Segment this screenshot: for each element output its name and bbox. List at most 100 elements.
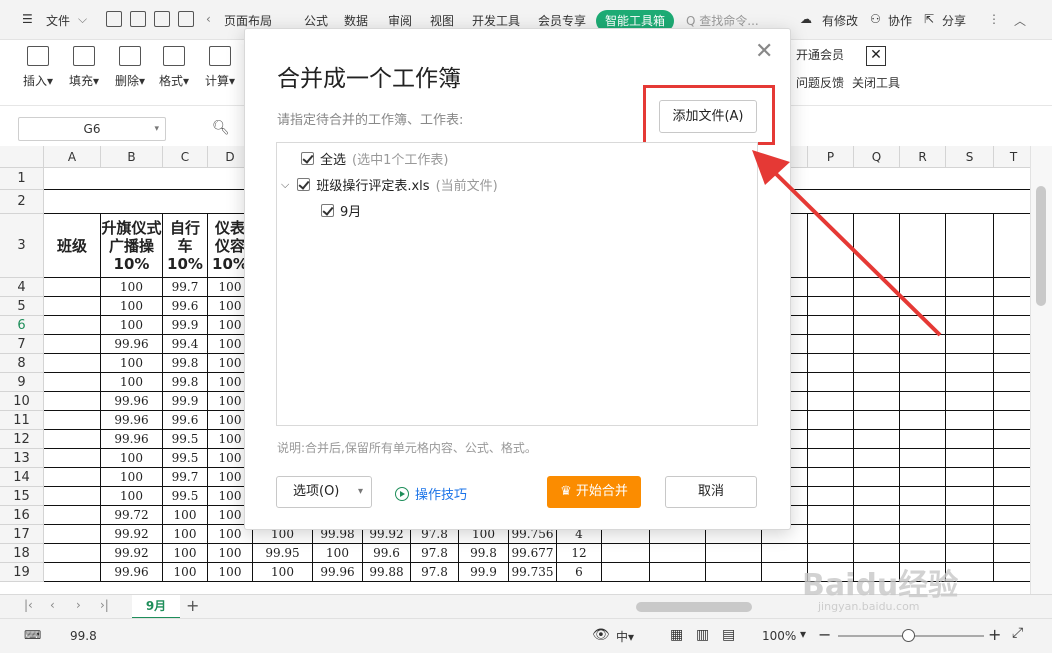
row-header-9[interactable]: 9	[0, 373, 44, 392]
cell[interactable]	[808, 392, 854, 411]
cell[interactable]	[946, 392, 994, 411]
row-header-10[interactable]: 10	[0, 392, 44, 411]
cell[interactable]	[44, 449, 101, 468]
cell[interactable]: 99.8	[163, 373, 208, 392]
collaborate-button[interactable]: 协作	[888, 12, 912, 29]
close-tool-icon[interactable]: ✕	[866, 46, 886, 66]
zoom-in-icon[interactable]: +	[988, 625, 1001, 644]
cell[interactable]	[900, 392, 946, 411]
tab-view[interactable]: 视图	[430, 12, 454, 29]
cell[interactable]: 99.6	[163, 297, 208, 316]
cell[interactable]	[994, 335, 1030, 354]
cell[interactable]	[994, 411, 1030, 430]
cell[interactable]	[808, 525, 854, 544]
cell[interactable]	[706, 563, 762, 582]
cell[interactable]	[44, 563, 101, 582]
column-header-c[interactable]: C	[163, 146, 208, 168]
cell[interactable]	[900, 468, 946, 487]
cell[interactable]	[650, 544, 706, 563]
cell[interactable]: 99.92	[101, 544, 163, 563]
row-header-7[interactable]: 7	[0, 335, 44, 354]
cell[interactable]: 100	[163, 563, 208, 582]
zoom-search-icon[interactable]: 🔍︎	[212, 120, 230, 136]
collapse-ribbon-icon[interactable]: ︿	[1014, 12, 1026, 29]
row-header-5[interactable]: 5	[0, 297, 44, 316]
cell[interactable]	[854, 278, 900, 297]
normal-view-icon[interactable]: ▦	[670, 627, 683, 643]
sheet-checkbox[interactable]	[321, 204, 334, 217]
cell[interactable]: 100	[163, 506, 208, 525]
print-icon[interactable]	[154, 11, 170, 27]
cell[interactable]	[946, 525, 994, 544]
cell[interactable]	[44, 373, 101, 392]
cell[interactable]	[994, 278, 1030, 297]
cell[interactable]: 100	[101, 316, 163, 335]
export-icon[interactable]	[130, 11, 146, 27]
cell[interactable]	[900, 278, 946, 297]
row-header-4[interactable]: 4	[0, 278, 44, 297]
cell[interactable]: 99.9	[163, 316, 208, 335]
chevron-down-icon[interactable]: ⌵	[78, 12, 87, 27]
cell[interactable]: 99.5	[163, 449, 208, 468]
close-icon[interactable]: ✕	[755, 39, 773, 64]
cell[interactable]	[808, 278, 854, 297]
cell[interactable]: 100	[101, 449, 163, 468]
more-icon[interactable]: ⋮	[988, 12, 1000, 26]
row-header-14[interactable]: 14	[0, 468, 44, 487]
cell[interactable]	[994, 373, 1030, 392]
cell[interactable]	[900, 430, 946, 449]
scroll-left-icon[interactable]: ‹	[206, 12, 211, 26]
cell[interactable]: 99.677	[509, 544, 557, 563]
zoom-level[interactable]: 100%	[762, 629, 796, 643]
cell[interactable]	[946, 278, 994, 297]
cell[interactable]	[946, 449, 994, 468]
cell[interactable]	[900, 354, 946, 373]
cell[interactable]: 99.735	[509, 563, 557, 582]
cell[interactable]	[900, 449, 946, 468]
cell[interactable]: 99.7	[163, 278, 208, 297]
cell[interactable]	[900, 335, 946, 354]
macro-icon[interactable]: ⌨	[24, 628, 41, 642]
cell[interactable]: 100	[163, 525, 208, 544]
cell[interactable]	[854, 449, 900, 468]
cell[interactable]: 99.8	[459, 544, 509, 563]
cell[interactable]: 99.7	[163, 468, 208, 487]
cell[interactable]	[808, 487, 854, 506]
cell[interactable]	[946, 430, 994, 449]
row-header-1[interactable]: 1	[0, 168, 44, 190]
prev-sheet-icon[interactable]: ‹	[50, 598, 55, 612]
cell[interactable]: 99.5	[163, 430, 208, 449]
cell[interactable]	[946, 468, 994, 487]
tips-link[interactable]: 操作技巧	[395, 484, 467, 503]
cell[interactable]	[994, 487, 1030, 506]
row-header-11[interactable]: 11	[0, 411, 44, 430]
zoom-dropdown-icon[interactable]: ▾	[800, 627, 806, 641]
row-header-3[interactable]: 3	[0, 214, 44, 278]
select-all-corner[interactable]	[0, 146, 44, 168]
cell[interactable]: 99.96	[101, 430, 163, 449]
cell[interactable]	[650, 563, 706, 582]
cancel-button[interactable]: 取消	[665, 476, 757, 508]
start-merge-button[interactable]: ♛ 开始合并	[547, 476, 641, 508]
cell[interactable]	[994, 316, 1030, 335]
calculate-button[interactable]: 计算▾	[198, 46, 242, 89]
cell[interactable]	[900, 316, 946, 335]
cell[interactable]: 99.96	[313, 563, 363, 582]
cell[interactable]	[946, 335, 994, 354]
cell[interactable]	[854, 525, 900, 544]
row-header-19[interactable]: 19	[0, 563, 44, 582]
cell[interactable]: 100	[208, 544, 253, 563]
cell[interactable]: 99.6	[163, 411, 208, 430]
cell[interactable]	[994, 563, 1030, 582]
cell[interactable]	[44, 544, 101, 563]
cell[interactable]: 升旗仪式广播操10%	[101, 214, 163, 278]
cell[interactable]: 99.9	[163, 392, 208, 411]
tab-member[interactable]: 会员专享	[538, 12, 586, 29]
last-sheet-icon[interactable]: ›|	[100, 598, 109, 612]
cell[interactable]	[808, 468, 854, 487]
cell[interactable]: 99.4	[163, 335, 208, 354]
cell[interactable]: 99.72	[101, 506, 163, 525]
tab-developer[interactable]: 开发工具	[472, 12, 520, 29]
horizontal-scroll-thumb[interactable]	[636, 602, 752, 612]
cell[interactable]	[900, 506, 946, 525]
